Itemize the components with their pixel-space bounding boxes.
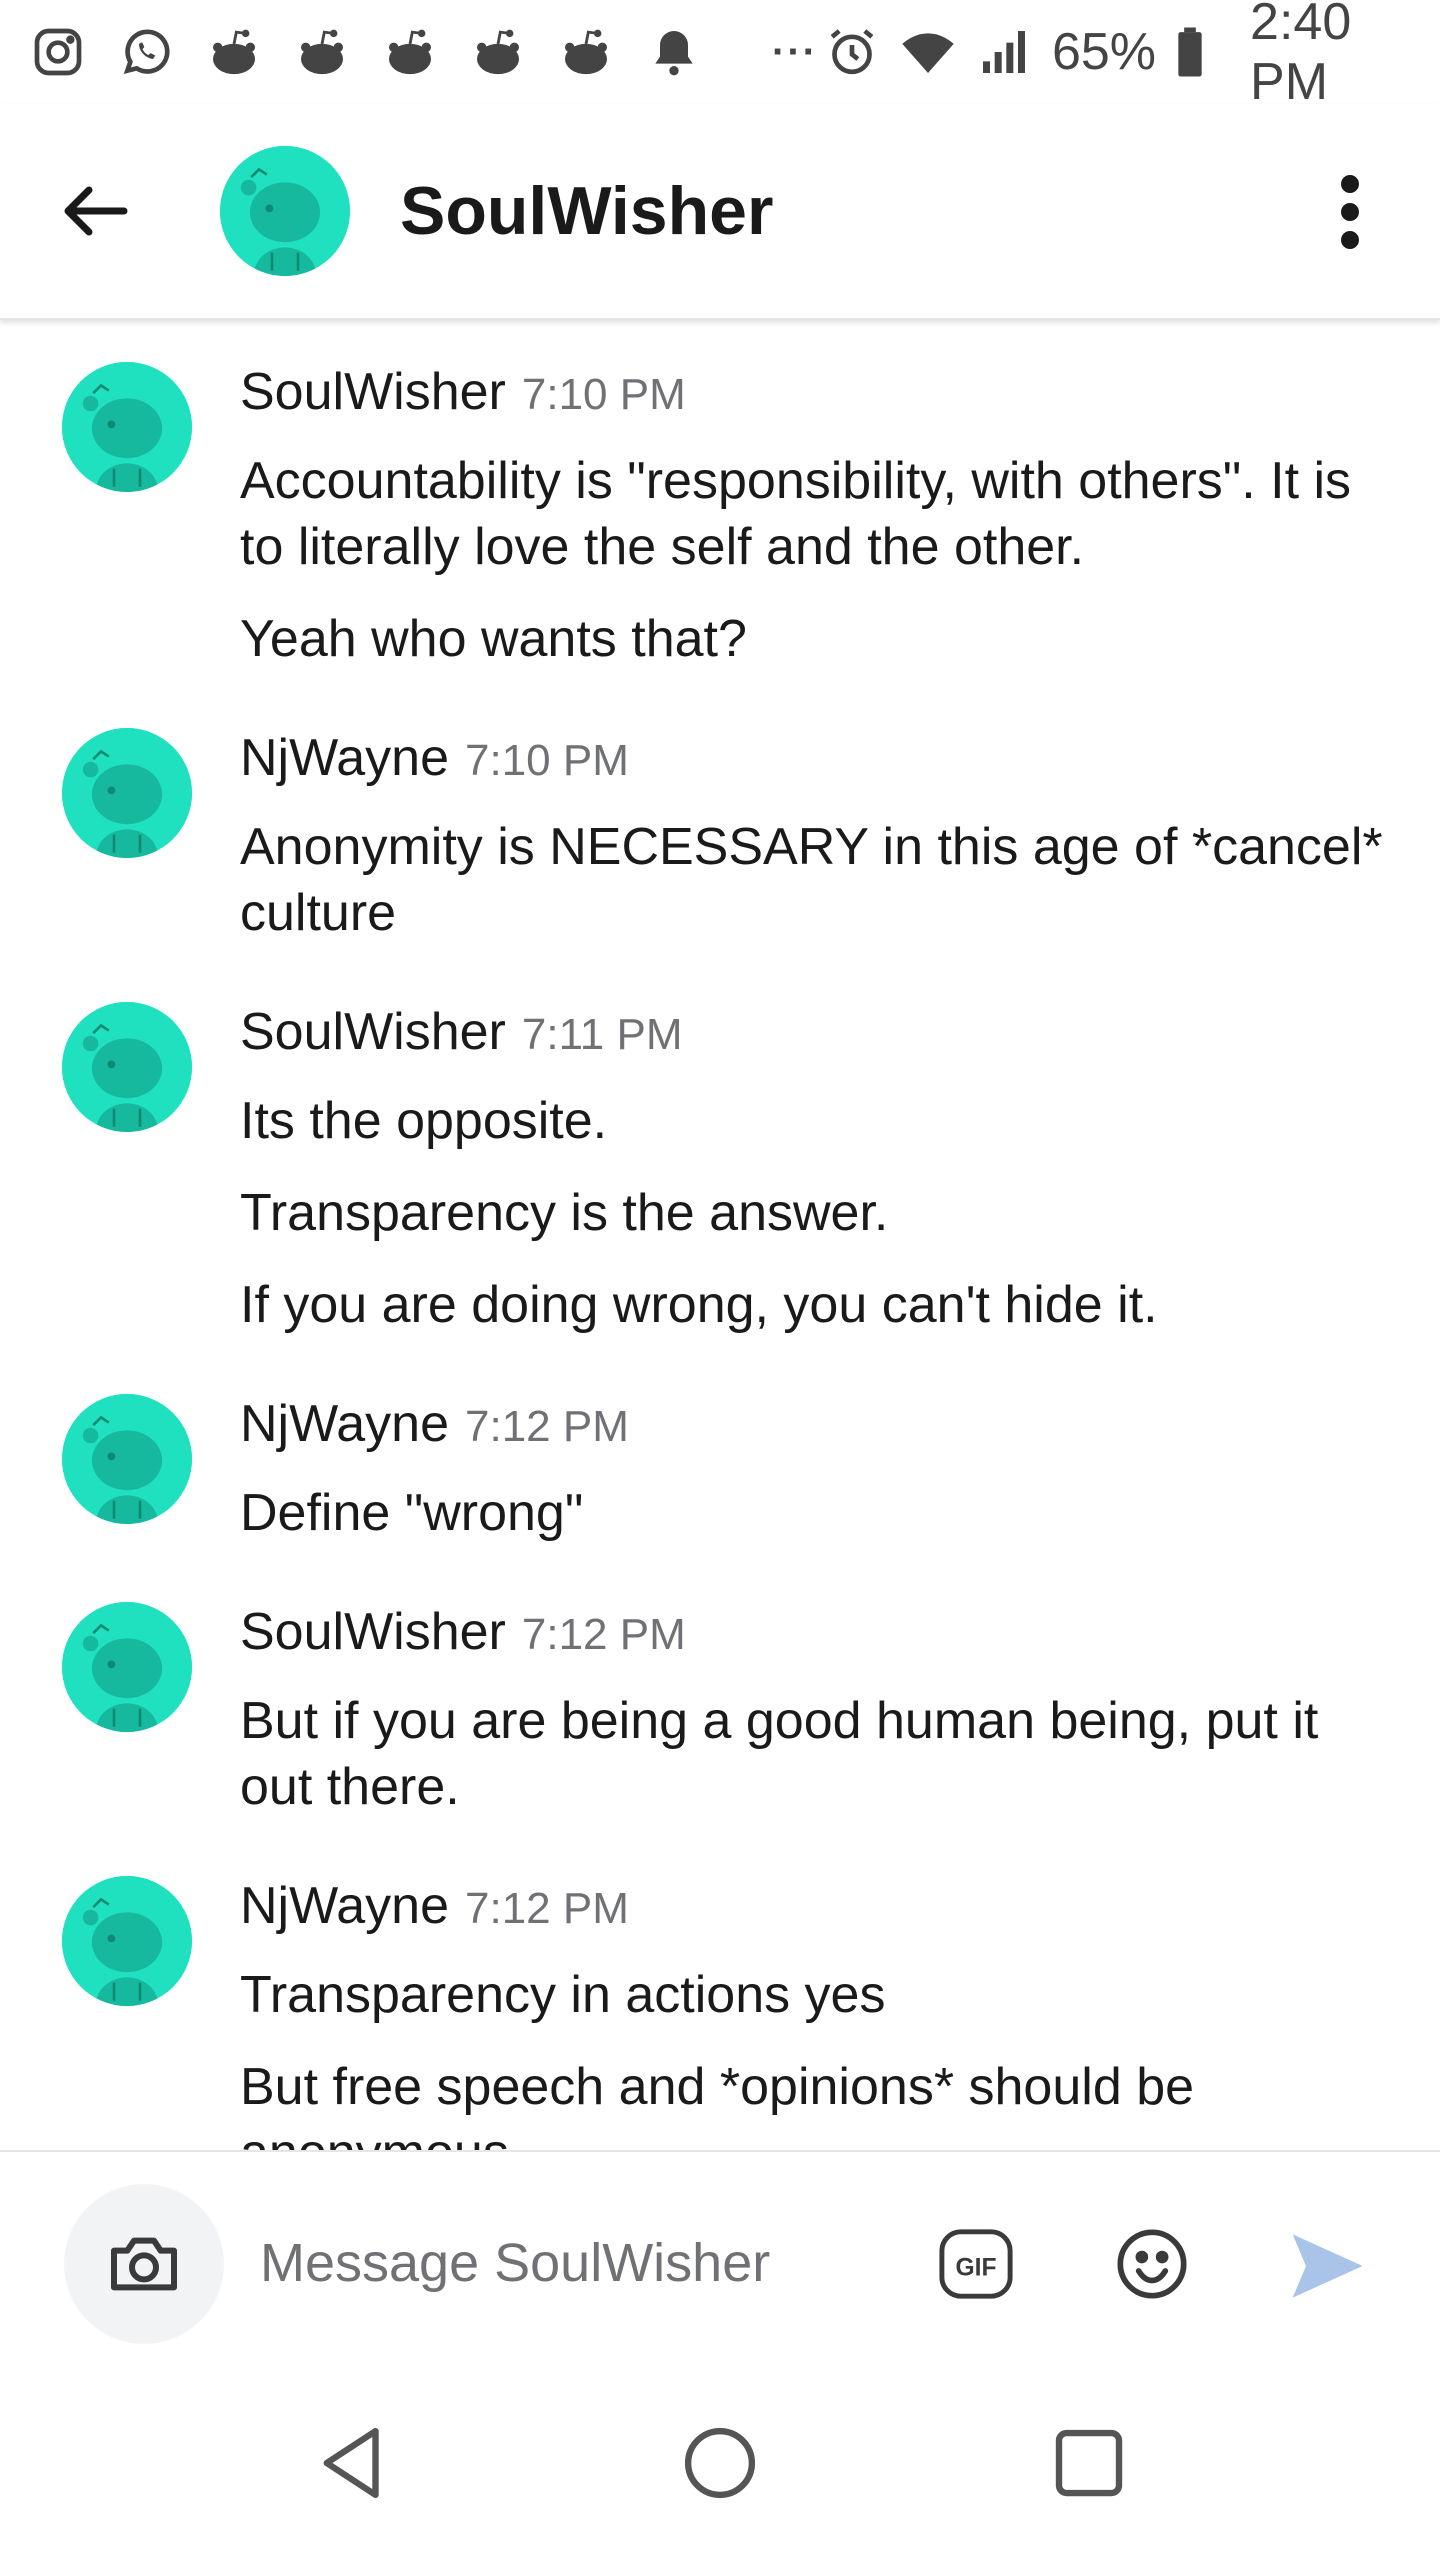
message-timestamp: 7:12 PM [465, 1884, 629, 1933]
message-username[interactable]: SoulWisher [240, 362, 506, 422]
system-icons: 65% 2:40 PM [818, 0, 1412, 112]
signal-icon [976, 22, 1032, 82]
avatar[interactable] [62, 1002, 192, 1132]
message-text: Define "wrong" [240, 1484, 584, 1542]
message-timestamp: 7:12 PM [521, 1610, 686, 1659]
snoo-avatar-icon [62, 1876, 192, 2006]
battery-icon [1162, 22, 1218, 82]
message-input[interactable] [260, 2218, 880, 2308]
avatar[interactable] [62, 1602, 192, 1732]
snoo-avatar-icon [62, 1394, 192, 1524]
reddit-icon [204, 22, 264, 82]
snoo-avatar-icon [62, 728, 192, 858]
more-options-button[interactable] [1320, 162, 1380, 262]
reddit-icon [556, 22, 616, 82]
navigation-bar [0, 2370, 1440, 2560]
notification-icons: ··· [28, 22, 818, 82]
nav-home-button[interactable] [665, 2408, 775, 2518]
message-body: Anonymity is NECESSARY in this age of *c… [240, 814, 1390, 972]
snoo-avatar-icon [62, 1002, 192, 1132]
avatar[interactable] [62, 728, 192, 858]
back-button[interactable] [36, 151, 156, 271]
gif-label: GIF [955, 2254, 996, 2281]
message-text: Transparency in actions yes [240, 1966, 886, 2024]
message-body: Its the opposite. Transparency is the an… [240, 1088, 1390, 1364]
snoo-avatar-icon [220, 146, 350, 276]
message-header: NjWayne 7:10 PM [240, 728, 629, 788]
message-header: NjWayne 7:12 PM [240, 1394, 629, 1454]
message-body: But if you are being a good human being,… [240, 1688, 1390, 1846]
message-timestamp: 7:10 PM [521, 370, 686, 419]
message-list[interactable]: SoulWisher 7:10 PM Accountability is "re… [0, 322, 1440, 2150]
message-timestamp: 7:10 PM [465, 736, 629, 785]
message-text: Anonymity is NECESSARY in this age of *c… [240, 818, 1383, 942]
message-text: Transparency is the answer. [240, 1184, 889, 1242]
battery-percent: 65% [1051, 23, 1157, 81]
status-bar: ··· 65% 2:40 PM [0, 0, 1440, 111]
message-username[interactable]: NjWayne [240, 728, 449, 788]
message-header: SoulWisher 7:11 PM [240, 1002, 682, 1062]
avatar[interactable] [62, 1876, 192, 2006]
camera-icon [111, 2237, 177, 2291]
gif-button[interactable]: GIF [938, 2228, 1014, 2300]
smiley-icon [1117, 2229, 1187, 2299]
message-text: If you are doing wrong, you can't hide i… [240, 1276, 1158, 1334]
reddit-icon [380, 22, 440, 82]
more-notifications-indicator: ··· [772, 29, 818, 74]
chat-header: SoulWisher [0, 104, 1440, 320]
message-username[interactable]: NjWayne [240, 1876, 449, 1936]
camera-button[interactable] [64, 2184, 224, 2344]
reddit-icon [468, 22, 528, 82]
message-text: Its the opposite. [240, 1092, 608, 1150]
message-timestamp: 7:11 PM [521, 1010, 683, 1059]
message-text: Yeah who wants that? [240, 610, 747, 668]
nav-back-button[interactable] [298, 2408, 408, 2518]
whatsapp-icon [116, 22, 176, 82]
message-text: Accountability is "responsibility, with … [240, 452, 1352, 576]
message-text: But if you are being a good human being,… [240, 1692, 1319, 1816]
avatar[interactable] [220, 146, 350, 276]
snoo-avatar-icon [62, 1602, 192, 1732]
emoji-button[interactable] [1114, 2226, 1190, 2302]
message-text: But free speech and *opinions* should be… [240, 2058, 1195, 2150]
arrow-left-icon [64, 186, 128, 236]
message-timestamp: 7:12 PM [465, 1402, 629, 1451]
instagram-icon [28, 22, 88, 82]
message-username[interactable]: NjWayne [240, 1394, 449, 1454]
more-vertical-icon [1341, 175, 1359, 249]
avatar[interactable] [62, 362, 192, 492]
message-header: NjWayne 7:12 PM [240, 1876, 629, 1936]
home-circle-icon [684, 2427, 756, 2499]
snoo-avatar-icon [62, 362, 192, 492]
nav-recents-button[interactable] [1034, 2408, 1144, 2518]
message-username[interactable]: SoulWisher [240, 1002, 506, 1062]
alarm-icon [824, 22, 880, 82]
gif-icon: GIF [939, 2229, 1013, 2299]
send-icon [1292, 2234, 1363, 2298]
recents-square-icon [1055, 2429, 1123, 2497]
reddit-icon [292, 22, 352, 82]
conversation-title: SoulWisher [400, 173, 774, 249]
screen: ··· 65% 2:40 PM SoulWisher SoulWisher 7:… [0, 0, 1440, 2560]
back-triangle-icon [323, 2427, 379, 2499]
message-body: Define "wrong" [240, 1480, 1390, 1572]
clock-time: 2:40 PM [1250, 0, 1352, 111]
message-composer: GIF [0, 2150, 1440, 2370]
message-header: SoulWisher 7:10 PM [240, 362, 686, 422]
send-button[interactable] [1286, 2226, 1366, 2306]
message-header: SoulWisher 7:12 PM [240, 1602, 686, 1662]
bell-icon [644, 22, 704, 82]
wifi-icon [900, 22, 956, 82]
message-body: Transparency in actions yes But free spe… [240, 1962, 1390, 2150]
message-body: Accountability is "responsibility, with … [240, 448, 1390, 698]
avatar[interactable] [62, 1394, 192, 1524]
message-username[interactable]: SoulWisher [240, 1602, 506, 1662]
